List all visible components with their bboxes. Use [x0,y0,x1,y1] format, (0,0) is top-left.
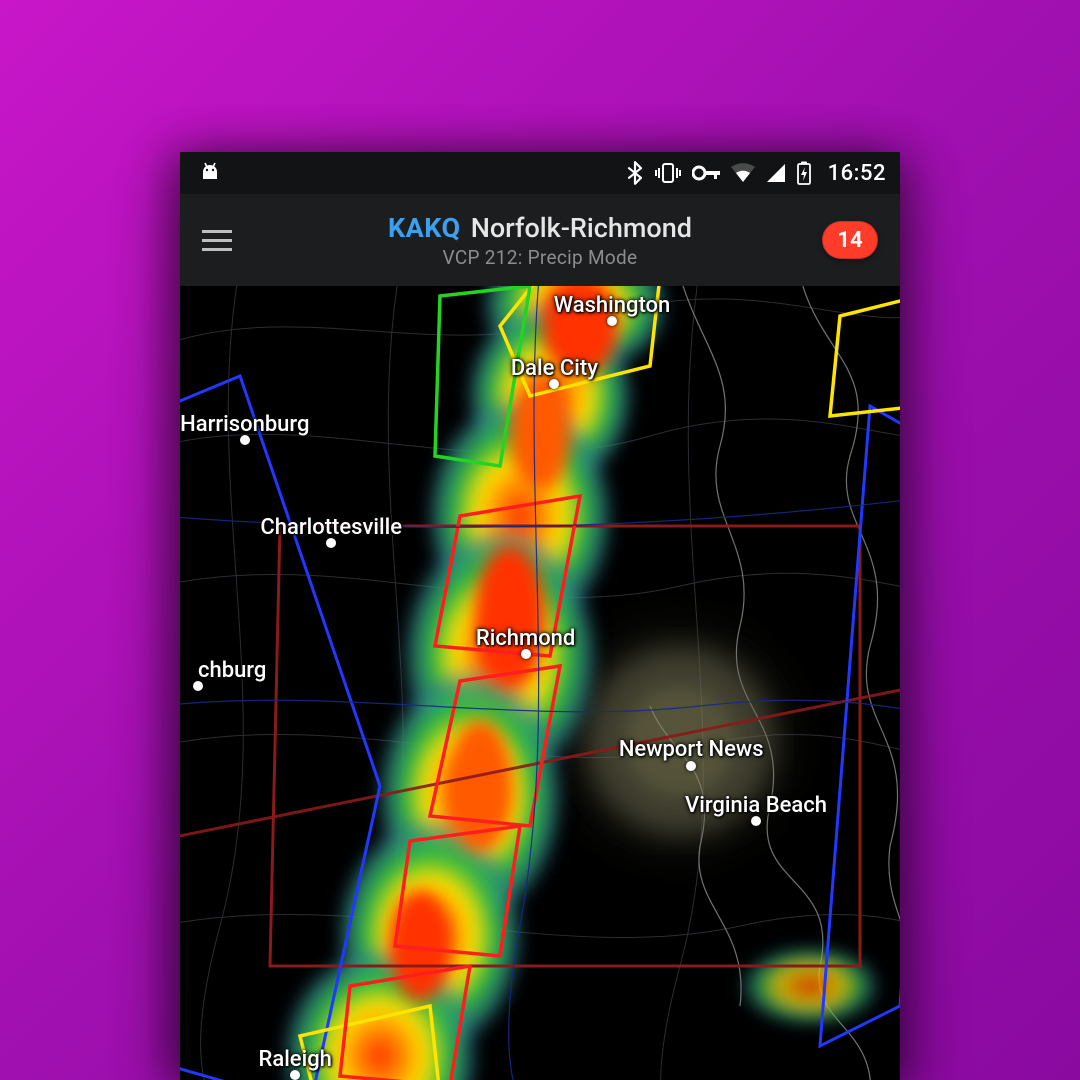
status-time: 16:52 [828,161,886,186]
wifi-icon [731,163,755,183]
station-name: Norfolk-Richmond [471,212,692,244]
map-overlay [180,286,900,1080]
android-head-icon [198,159,222,187]
app-title: KAKQ Norfolk-Richmond VCP 212: Precip Mo… [180,212,900,269]
battery-charging-icon [797,161,811,185]
vpn-key-icon [692,164,720,182]
app-bar: KAKQ Norfolk-Richmond VCP 212: Precip Mo… [180,194,900,286]
bluetooth-icon [626,161,644,185]
radar-map[interactable]: WashingtonDale CityHarrisonburgCharlotte… [180,286,900,1080]
device-frame: 16:52 KAKQ Norfolk-Richmond VCP 212: Pre… [180,152,900,1080]
station-id: KAKQ [388,212,461,244]
menu-button[interactable] [202,230,232,251]
radar-mode-subtitle: VCP 212: Precip Mode [443,246,638,269]
vibrate-icon [655,162,681,184]
status-bar: 16:52 [180,152,900,194]
alert-count-badge[interactable]: 14 [822,221,878,259]
cell-signal-icon [766,163,786,183]
